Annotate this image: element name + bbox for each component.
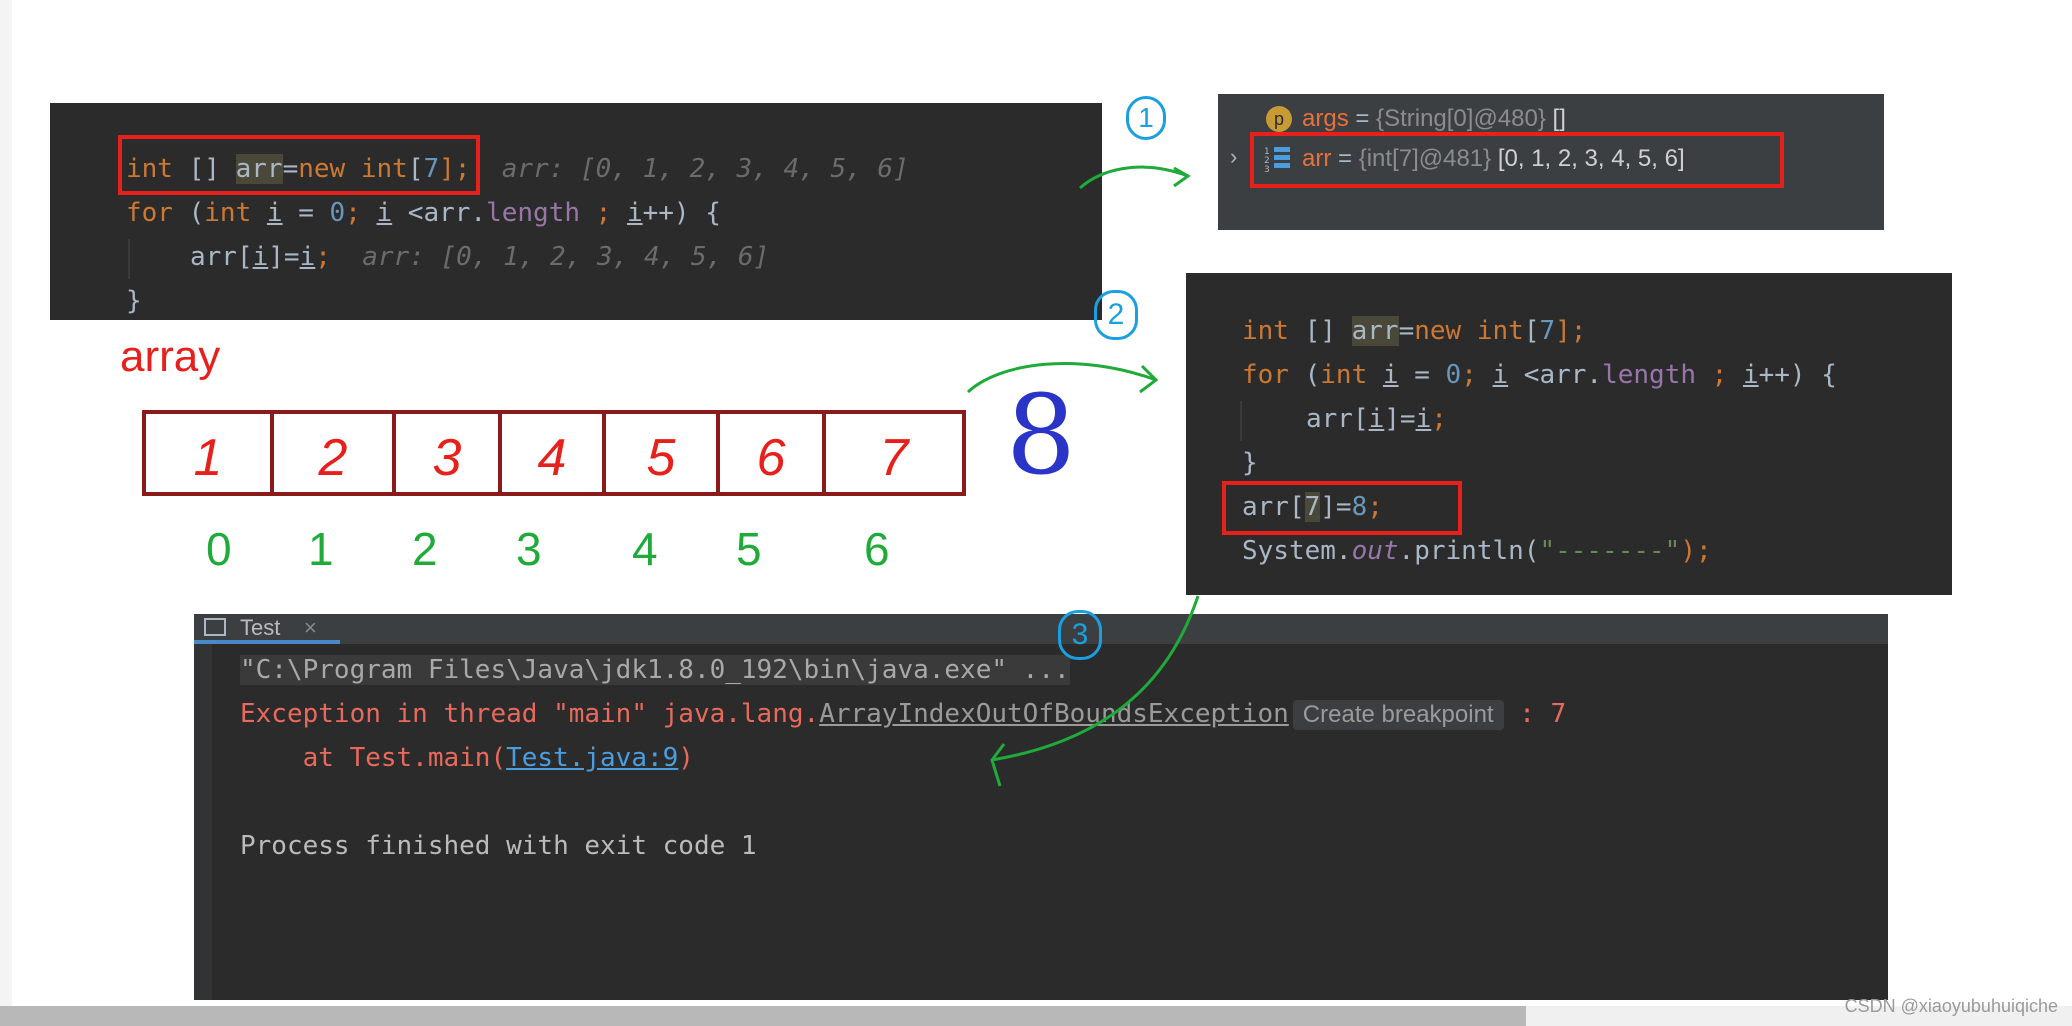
array-index: 4	[632, 523, 658, 575]
array-index: 1	[308, 523, 334, 575]
arrow-to-console	[990, 595, 1200, 787]
parameter-badge-icon: p	[1266, 106, 1292, 132]
active-tab-indicator	[194, 640, 340, 644]
variable-row-args[interactable]: args = {String[0]@480} []	[1302, 104, 1566, 134]
highlight-box-arr-variable	[1250, 132, 1784, 188]
array-index: 5	[736, 523, 762, 575]
source-link[interactable]: Test.java:9	[506, 743, 678, 773]
code-line-3: arr[i]=i; arr: [0, 1, 2, 3, 4, 5, 6]	[190, 242, 770, 272]
array-index: 3	[516, 523, 542, 575]
array-cell: 5	[606, 414, 720, 492]
console-icon	[204, 618, 226, 636]
array-cell: 3	[396, 414, 502, 492]
code-line-4: }	[126, 286, 142, 316]
array-index: 2	[412, 523, 438, 575]
code-line-4: }	[1242, 448, 1258, 478]
array-cell: 4	[502, 414, 606, 492]
array-index: 0	[206, 523, 232, 575]
inline-value-hint: arr: [0, 1, 2, 3, 4, 5, 6]	[501, 154, 909, 184]
arrow-to-snippet-2	[966, 361, 1159, 394]
array-index: 6	[864, 523, 890, 575]
create-breakpoint-button[interactable]: Create breakpoint	[1292, 699, 1504, 730]
console-tab-test[interactable]: Test	[240, 614, 280, 642]
indent-guide	[1240, 401, 1242, 441]
page-left-margin	[0, 0, 12, 1006]
array-cell: 2	[274, 414, 396, 492]
array-diagram: 1 2 3 4 5 6 7	[142, 410, 966, 496]
highlight-box-declaration	[118, 135, 480, 195]
code-line-2: for (int i = 0; i <arr.length ; i++) {	[1242, 360, 1837, 390]
indent-guide	[128, 239, 130, 279]
console-exit-line: Process finished with exit code 1	[240, 831, 757, 861]
console-exception-line: Exception in thread "main" java.lang.Arr…	[240, 699, 1567, 730]
scrollbar-thumb[interactable]	[0, 1006, 1526, 1026]
code-line-1: int [] arr=new int[7];	[1242, 316, 1587, 346]
watermark: CSDN @xiaoyubuhuiqiche	[1844, 996, 2058, 1016]
console-command-line: "C:\Program Files\Java\jdk1.8.0_192\bin\…	[240, 655, 1070, 685]
console-stacktrace-line: at Test.main(Test.java:9)	[240, 743, 694, 773]
code-line-6: System.out.println("-------");	[1242, 536, 1712, 566]
console-gutter	[194, 644, 212, 1000]
code-editor-snippet-2: int [] arr=new int[7]; for (int i = 0; i…	[1186, 273, 1952, 595]
array-cell: 6	[720, 414, 826, 492]
expand-chevron-icon[interactable]: ›	[1230, 144, 1237, 170]
debugger-variables-panel: p args = {String[0]@480} [] › 123 arr = …	[1218, 94, 1884, 230]
step-marker: 2	[1094, 290, 1138, 340]
highlight-box-out-of-bounds	[1222, 481, 1462, 535]
array-cell: 7	[879, 429, 909, 487]
code-editor-snippet-1: int [] arr=new int[7]; arr: [0, 1, 2, 3,…	[50, 103, 1102, 320]
code-line-3: arr[i]=i;	[1306, 404, 1447, 434]
array-cell: 1	[146, 414, 274, 492]
arrow-to-variables	[1078, 165, 1191, 190]
inline-value-hint: arr: [0, 1, 2, 3, 4, 5, 6]	[362, 242, 770, 272]
close-tab-icon[interactable]: ×	[304, 614, 317, 642]
step-marker: 1	[1126, 96, 1166, 140]
array-label: array	[120, 332, 221, 381]
code-line-2: for (int i = 0; i <arr.length ; i++) {	[126, 198, 721, 228]
